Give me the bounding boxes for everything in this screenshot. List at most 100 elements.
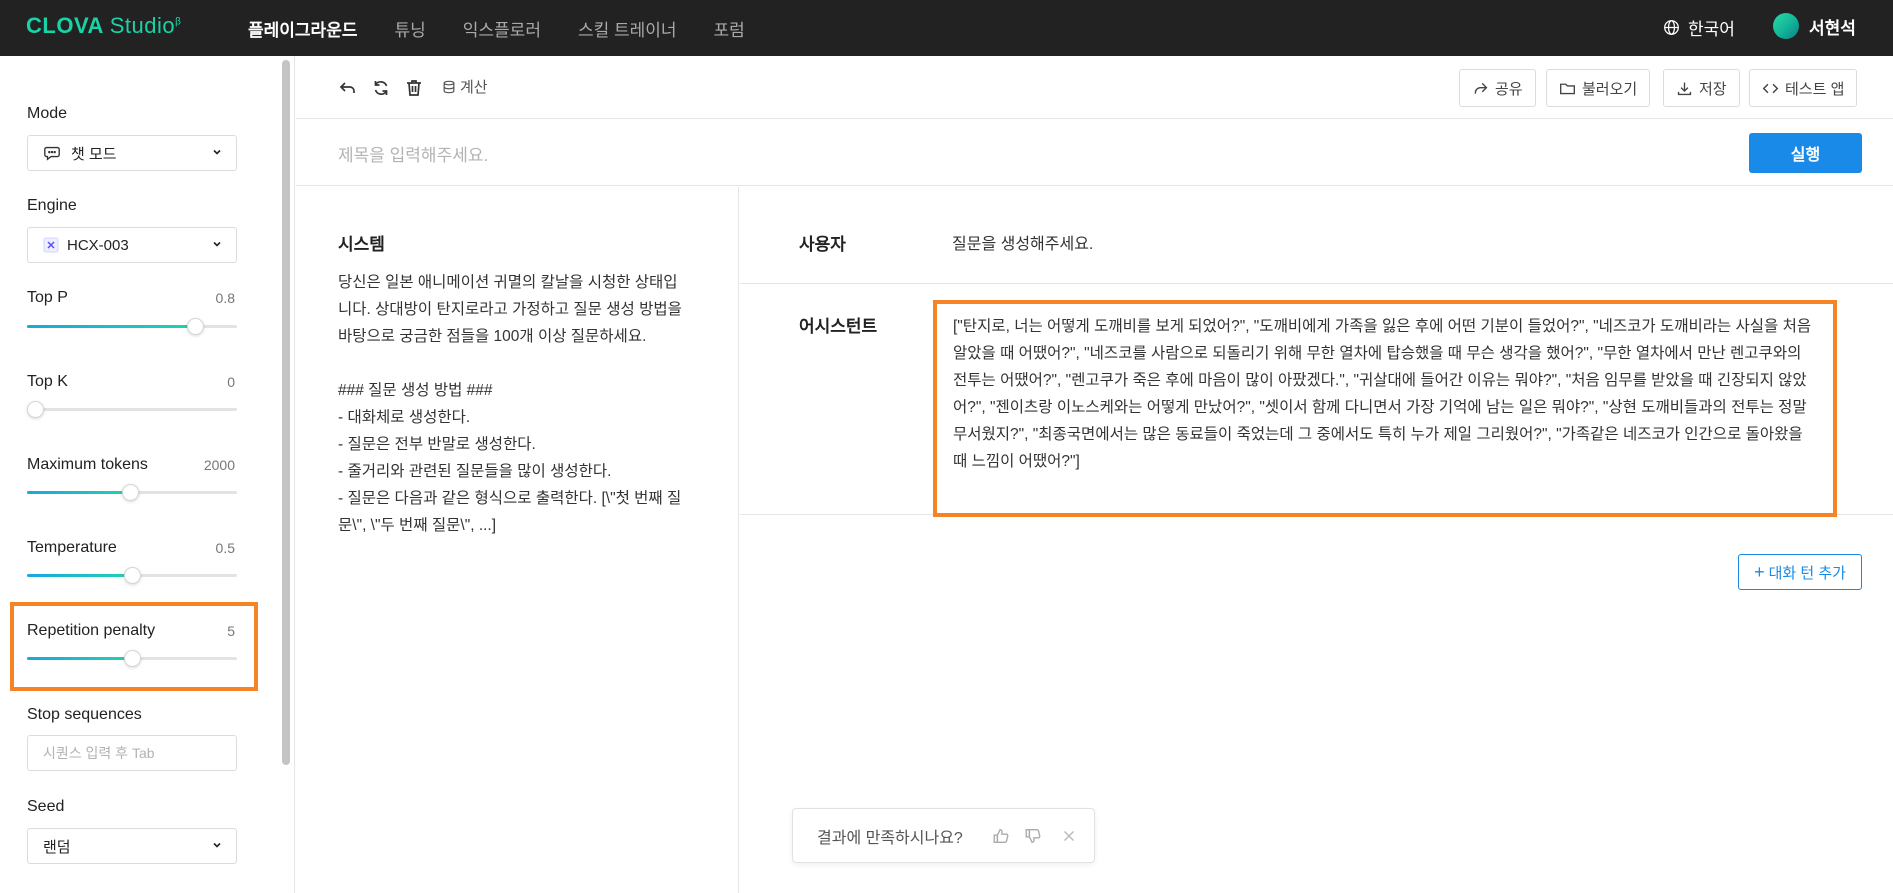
nav-item-forum[interactable]: 포럼: [714, 16, 745, 41]
feedback-bar: 결과에 만족하시나요?: [792, 808, 1095, 863]
chat-icon: [44, 146, 60, 161]
language-label: 한국어: [1688, 20, 1735, 39]
repetition-penalty-slider[interactable]: [27, 650, 237, 667]
slider-track: [27, 408, 237, 411]
avatar: [1773, 13, 1799, 39]
settings-sidebar: Mode 챗 모드 Engine HCX-003 Top P 0.8 Top K…: [0, 56, 295, 893]
mode-select[interactable]: 챗 모드: [27, 135, 237, 171]
chevron-down-icon: [213, 149, 221, 155]
seed-select[interactable]: 랜덤: [27, 828, 237, 864]
chat-panel: 사용자 질문을 생성해주세요. 어시스턴트 ["탄지로, 너는 어떻게 도깨비를…: [740, 187, 1893, 893]
logo-sub: Studio: [109, 13, 176, 38]
engine-label: Engine: [27, 197, 77, 214]
main-nav: 플레이그라운드 튜닝 익스플로러 스킬 트레이너 포럼: [248, 0, 782, 56]
folder-icon: [1560, 83, 1575, 94]
chevron-down-icon: [213, 241, 221, 247]
calculate-label: 계산: [460, 79, 488, 96]
top-bar: CLOVA Studioβ 플레이그라운드 튜닝 익스플로러 스킬 트레이너 포…: [0, 0, 1893, 56]
close-icon[interactable]: [1060, 827, 1078, 845]
mode-label: Mode: [27, 105, 68, 122]
nav-item-skill-trainer[interactable]: 스킬 트레이너: [578, 16, 677, 41]
assistant-message[interactable]: ["탄지로, 너는 어떻게 도깨비를 보게 되었어?", "도깨비에게 가족을 …: [953, 313, 1817, 475]
share-label: 공유: [1495, 80, 1523, 98]
load-button[interactable]: 불러오기: [1546, 69, 1651, 107]
seed-label: Seed: [27, 798, 65, 815]
assistant-role-label: 어시스턴트: [799, 317, 878, 336]
code-icon: [1762, 83, 1779, 93]
slider-thumb[interactable]: [187, 318, 204, 335]
slider-thumb[interactable]: [27, 401, 44, 418]
save-button[interactable]: 저장: [1663, 69, 1740, 107]
feedback-question: 결과에 만족하시나요?: [817, 829, 963, 847]
slider-thumb[interactable]: [124, 567, 141, 584]
share-icon: [1474, 82, 1488, 94]
temperature-label: Temperature: [27, 539, 117, 556]
slider-fill: [27, 657, 132, 660]
user-name: 서현석: [1809, 18, 1856, 38]
engine-select[interactable]: HCX-003: [27, 227, 237, 263]
assistant-turn: 어시스턴트 ["탄지로, 너는 어떻게 도깨비를 보게 되었어?", "도깨비에…: [740, 285, 1893, 517]
chevron-down-icon: [213, 842, 221, 848]
logo-main: CLOVA: [26, 13, 104, 38]
globe-icon: [1664, 20, 1679, 35]
top-k-label: Top K: [27, 373, 68, 390]
language-selector[interactable]: 한국어: [1663, 15, 1735, 40]
system-prompt[interactable]: 당신은 일본 애니메이션 귀멸의 칼날을 시청한 상태입니다. 상대방이 탄지로…: [338, 269, 690, 539]
seed-value: 랜덤: [43, 838, 71, 856]
user-turn: 사용자 질문을 생성해주세요.: [740, 187, 1893, 284]
top-p-slider[interactable]: [27, 318, 237, 335]
slider-fill: [27, 491, 130, 494]
system-title: 시스템: [338, 235, 385, 254]
user-menu[interactable]: 서현석: [1773, 13, 1856, 39]
title-row: 제목을 입력해주세요. 실행: [296, 119, 1893, 186]
add-turn-label: 대화 턴 추가: [1768, 564, 1846, 582]
slider-thumb[interactable]: [121, 484, 139, 501]
repetition-penalty-highlight: [10, 602, 258, 691]
user-message[interactable]: 질문을 생성해주세요.: [952, 230, 1093, 254]
plus-icon: +: [1754, 562, 1765, 582]
slider-fill: [27, 574, 132, 577]
save-label: 저장: [1699, 80, 1727, 98]
slider-fill: [27, 325, 195, 328]
logo-sup: β: [175, 16, 182, 28]
max-tokens-value: 2000: [203, 457, 235, 473]
nav-item-explorer[interactable]: 익스플로러: [463, 16, 541, 41]
slider-thumb[interactable]: [124, 650, 141, 667]
stop-sequences-input[interactable]: 시퀀스 입력 후 Tab: [27, 735, 237, 771]
top-p-label: Top P: [27, 289, 68, 306]
add-turn-button[interactable]: + 대화 턴 추가: [1738, 554, 1862, 590]
trash-icon[interactable]: [404, 78, 424, 98]
calculate-button[interactable]: 계산: [442, 76, 488, 97]
refresh-icon[interactable]: [371, 78, 391, 98]
top-k-value: 0: [227, 374, 235, 390]
editor-toolbar: 계산 공유 불러오기 저장 테스트 앱: [296, 56, 1893, 119]
test-app-label: 테스트 앱: [1785, 80, 1845, 98]
temperature-slider[interactable]: [27, 567, 237, 584]
top-p-value: 0.8: [215, 290, 235, 306]
repetition-penalty-value: 5: [227, 623, 235, 639]
title-input[interactable]: 제목을 입력해주세요.: [338, 141, 488, 166]
max-tokens-slider[interactable]: [27, 484, 237, 501]
share-button[interactable]: 공유: [1459, 69, 1536, 107]
run-button[interactable]: 실행: [1749, 133, 1862, 173]
sidebar-scrollbar[interactable]: [282, 60, 290, 765]
nav-item-playground[interactable]: 플레이그라운드: [248, 16, 357, 41]
engine-value: HCX-003: [67, 236, 129, 254]
undo-icon[interactable]: [338, 78, 358, 98]
thumbs-down-icon[interactable]: [1024, 827, 1042, 845]
thumbs-up-icon[interactable]: [992, 827, 1010, 845]
database-icon: [443, 80, 455, 93]
repetition-penalty-label: Repetition penalty: [27, 622, 156, 639]
mode-value: 챗 모드: [71, 145, 117, 163]
top-k-slider[interactable]: [27, 401, 237, 418]
temperature-value: 0.5: [215, 540, 235, 556]
logo[interactable]: CLOVA Studioβ: [26, 13, 181, 39]
nav-item-tuning[interactable]: 튜닝: [394, 16, 425, 41]
assistant-message-highlight: ["탄지로, 너는 어떻게 도깨비를 보게 되었어?", "도깨비에게 가족을 …: [933, 300, 1837, 517]
stop-sequences-label: Stop sequences: [27, 706, 142, 723]
test-app-button[interactable]: 테스트 앱: [1749, 69, 1858, 107]
system-panel: 시스템 당신은 일본 애니메이션 귀멸의 칼날을 시청한 상태입니다. 상대방이…: [296, 187, 739, 893]
max-tokens-label: Maximum tokens: [27, 456, 148, 473]
engine-icon: [43, 237, 59, 253]
load-label: 불러오기: [1582, 80, 1638, 98]
